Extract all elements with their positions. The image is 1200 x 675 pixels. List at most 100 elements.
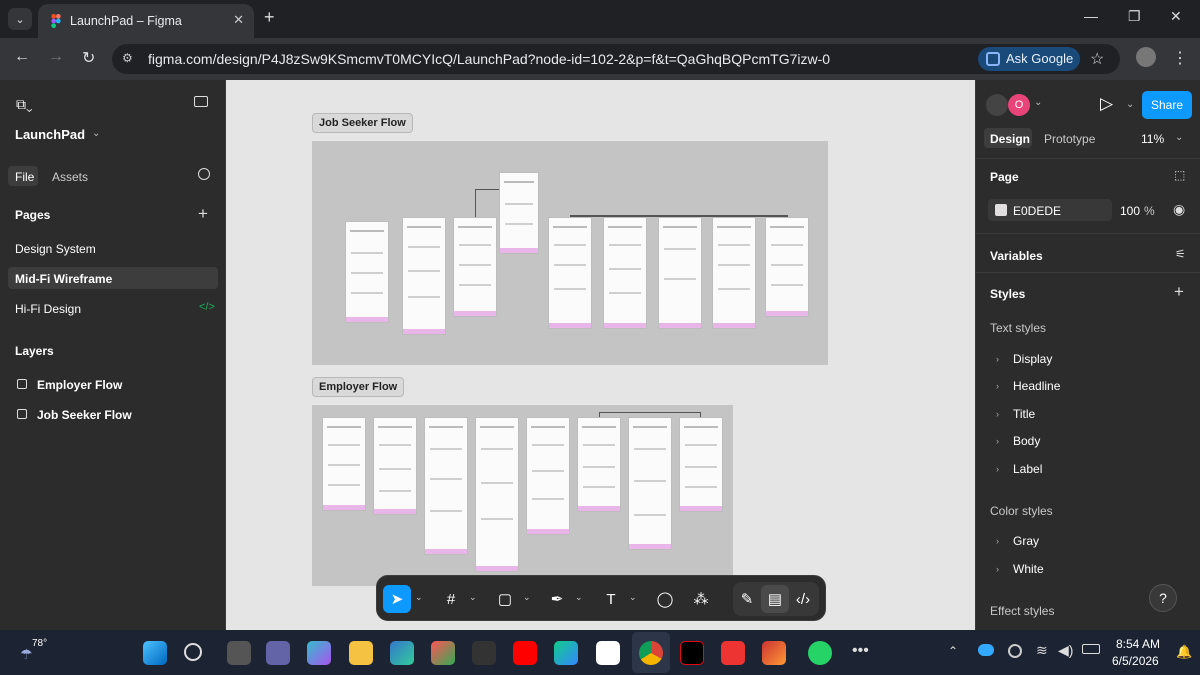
user-avatar[interactable] bbox=[986, 94, 1008, 116]
move-tool-icon[interactable]: ➤ bbox=[383, 585, 411, 613]
back-icon[interactable]: ← bbox=[14, 48, 30, 66]
help-button[interactable]: ? bbox=[1149, 584, 1177, 612]
chevron-right-icon[interactable]: › bbox=[996, 564, 999, 574]
more-apps-icon[interactable]: ••• bbox=[852, 642, 869, 660]
address-bar[interactable]: ⚙ figma.com/design/P4J8zSw9KSmcmvT0MCYIc… bbox=[112, 44, 1120, 74]
wireframe-frame[interactable] bbox=[345, 221, 389, 323]
battery-icon[interactable] bbox=[1082, 644, 1100, 654]
search-icon[interactable] bbox=[184, 643, 202, 661]
browser-tab[interactable]: LaunchPad – Figma ✕ bbox=[38, 4, 254, 38]
wireframe-frame[interactable] bbox=[453, 217, 497, 317]
wps-icon[interactable] bbox=[721, 641, 745, 665]
chevron-right-icon[interactable]: › bbox=[996, 354, 999, 364]
profile-avatar[interactable] bbox=[1136, 47, 1156, 67]
wireframe-frame[interactable] bbox=[424, 417, 468, 555]
tab-assets[interactable]: Assets bbox=[52, 170, 88, 184]
chevron-down-icon[interactable]: ⌄ bbox=[629, 592, 637, 603]
play-store-icon[interactable] bbox=[554, 641, 578, 665]
text-style-body[interactable]: Body bbox=[1013, 434, 1040, 448]
draw-mode-icon[interactable]: ✎ bbox=[733, 585, 761, 613]
chevron-down-icon[interactable]: ⌄ bbox=[523, 592, 531, 603]
page-color-swatch[interactable] bbox=[995, 204, 1007, 216]
add-style-icon[interactable]: + bbox=[1174, 282, 1184, 302]
share-button[interactable]: Share bbox=[1142, 91, 1192, 119]
comment-tool-icon[interactable]: ◯ bbox=[651, 585, 679, 613]
visibility-eye-icon[interactable]: ◉ bbox=[1173, 201, 1185, 218]
chevron-down-icon[interactable]: ⌄ bbox=[92, 128, 100, 139]
wireframe-frame[interactable] bbox=[373, 417, 417, 515]
wifi-icon[interactable]: ≋ bbox=[1036, 642, 1048, 659]
actions-icon[interactable]: ⁂ bbox=[687, 585, 715, 613]
toggle-sidebar-icon[interactable] bbox=[194, 96, 208, 107]
capcut-icon[interactable] bbox=[596, 641, 620, 665]
volume-icon[interactable]: ◀) bbox=[1058, 642, 1073, 659]
rectangle-tool-icon[interactable]: ▢ bbox=[491, 585, 519, 613]
wireframe-frame[interactable] bbox=[526, 417, 570, 535]
figma-menu-icon[interactable]: ⧉⌄ bbox=[16, 96, 33, 113]
copilot-icon[interactable] bbox=[307, 641, 331, 665]
layer-job-seeker-flow[interactable]: Job Seeker Flow bbox=[37, 408, 132, 422]
chevron-right-icon[interactable]: › bbox=[996, 464, 999, 474]
netflix-icon[interactable] bbox=[680, 641, 704, 665]
bookmark-star-icon[interactable]: ☆ bbox=[1090, 49, 1104, 69]
export-icon[interactable]: ⬚ bbox=[1174, 168, 1185, 182]
frame-tool-icon[interactable]: # bbox=[437, 585, 465, 613]
figma-canvas[interactable]: Job Seeker Flow Employer Flow bbox=[226, 80, 975, 630]
chevron-right-icon[interactable]: › bbox=[996, 436, 999, 446]
weather-icon[interactable]: ☂ bbox=[20, 646, 33, 663]
section-job-seeker-flow[interactable] bbox=[312, 141, 828, 365]
wireframe-frame[interactable] bbox=[322, 417, 366, 511]
page-opacity[interactable]: 100 bbox=[1120, 204, 1140, 218]
tab-design[interactable]: Design bbox=[990, 132, 1030, 146]
new-tab-button[interactable]: + bbox=[264, 7, 275, 28]
tab-prototype[interactable]: Prototype bbox=[1044, 132, 1095, 146]
chevron-down-icon[interactable]: ⌄ bbox=[415, 592, 423, 603]
variables-heading[interactable]: Variables bbox=[990, 249, 1043, 263]
browser-menu-icon[interactable]: ⋮ bbox=[1172, 48, 1188, 68]
wireframe-frame[interactable] bbox=[577, 417, 621, 512]
wireframe-frame[interactable] bbox=[658, 217, 702, 329]
teams-icon[interactable] bbox=[266, 641, 290, 665]
variables-settings-icon[interactable]: ⚟ bbox=[1175, 247, 1186, 261]
collaborator-avatar[interactable]: O bbox=[1008, 94, 1030, 116]
project-name[interactable]: LaunchPad bbox=[15, 127, 85, 142]
task-view-icon[interactable] bbox=[227, 641, 251, 665]
site-info-icon[interactable]: ⚙ bbox=[122, 51, 133, 65]
wireframe-frame[interactable] bbox=[603, 217, 647, 329]
chevron-down-icon[interactable]: ⌄ bbox=[1175, 132, 1183, 143]
chevron-right-icon[interactable]: › bbox=[996, 381, 999, 391]
file-explorer-icon[interactable] bbox=[349, 641, 373, 665]
store-icon[interactable] bbox=[431, 641, 455, 665]
clock-date[interactable]: 6/5/2026 bbox=[1112, 654, 1159, 668]
wireframe-frame[interactable] bbox=[712, 217, 756, 329]
whatsapp-icon[interactable] bbox=[808, 641, 832, 665]
text-style-label[interactable]: Label bbox=[1013, 462, 1042, 476]
design-mode-icon[interactable]: ▤ bbox=[761, 585, 789, 613]
text-style-title[interactable]: Title bbox=[1013, 407, 1035, 421]
chevron-down-icon[interactable]: ⌄ bbox=[575, 592, 583, 603]
chevron-down-icon[interactable]: ⌄ bbox=[1034, 97, 1042, 108]
weather-temp[interactable]: 78° bbox=[32, 638, 47, 649]
wireframe-frame[interactable] bbox=[628, 417, 672, 550]
vpn-icon[interactable] bbox=[1008, 644, 1022, 658]
ask-google-button[interactable]: Ask Google bbox=[978, 47, 1080, 71]
text-tool-icon[interactable]: T bbox=[597, 585, 625, 613]
text-style-headline[interactable]: Headline bbox=[1013, 379, 1060, 393]
onedrive-icon[interactable] bbox=[978, 644, 994, 656]
clock-time[interactable]: 8:54 AM bbox=[1116, 637, 1160, 651]
forward-icon[interactable]: → bbox=[48, 48, 64, 66]
wireframe-frame[interactable] bbox=[475, 417, 519, 572]
color-style-gray[interactable]: Gray bbox=[1013, 534, 1039, 548]
wireframe-frame[interactable] bbox=[679, 417, 723, 512]
search-icon[interactable] bbox=[198, 168, 210, 180]
youtube-icon[interactable] bbox=[513, 641, 537, 665]
chevron-down-icon[interactable]: ⌄ bbox=[1126, 99, 1134, 110]
figma-app-icon[interactable] bbox=[472, 641, 496, 665]
page-color-hex[interactable]: E0DEDE bbox=[1013, 204, 1061, 218]
dev-mode-icon[interactable]: ‹/› bbox=[789, 585, 817, 613]
chevron-right-icon[interactable]: › bbox=[996, 536, 999, 546]
close-window-icon[interactable]: ✕ bbox=[1170, 8, 1182, 25]
reload-icon[interactable]: ↻ bbox=[82, 48, 95, 68]
restore-icon[interactable]: ❐ bbox=[1128, 8, 1141, 25]
wireframe-frame[interactable] bbox=[402, 217, 446, 335]
